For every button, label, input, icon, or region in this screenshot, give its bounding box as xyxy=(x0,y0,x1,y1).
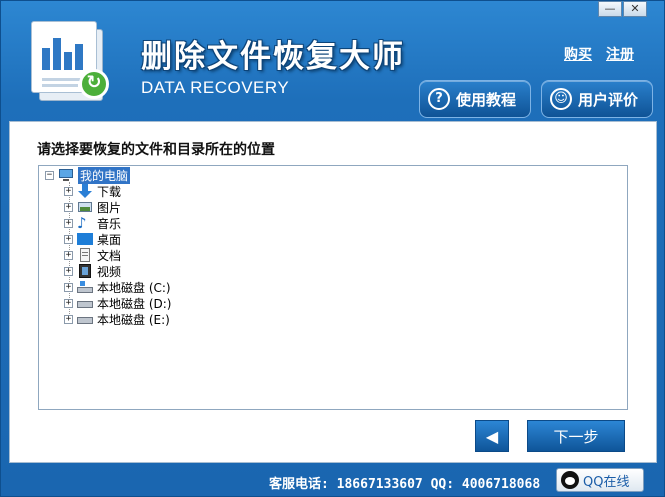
tree-item-music[interactable]: + ♪ 音乐 xyxy=(64,215,121,231)
recycle-icon: ↻ xyxy=(79,69,109,99)
app-logo-icon: ↻ xyxy=(29,19,113,103)
expand-icon[interactable]: + xyxy=(64,202,73,212)
drive-icon xyxy=(77,296,93,310)
drive-icon xyxy=(77,312,93,326)
tree-item-label: 图片 xyxy=(97,200,122,215)
collapse-icon[interactable]: − xyxy=(45,170,54,180)
document-icon xyxy=(77,248,93,262)
tree-item-documents[interactable]: + 文档 xyxy=(64,247,121,263)
register-link[interactable]: 注册 xyxy=(606,44,634,64)
tree-item-my-computer[interactable]: − 我的电脑 xyxy=(45,166,131,184)
close-button[interactable]: ✕ xyxy=(623,1,647,17)
tree-item-pictures[interactable]: + 图片 xyxy=(64,199,121,215)
review-button-label: 用户评价 xyxy=(578,90,639,109)
computer-icon xyxy=(58,168,74,182)
back-arrow-icon: ◀ xyxy=(485,426,499,446)
tree-item-label: 本地磁盘 (E:) xyxy=(97,312,170,327)
expand-icon[interactable]: + xyxy=(64,234,73,244)
location-prompt: 请选择要恢复的文件和目录所在的位置 xyxy=(37,142,275,158)
expand-icon[interactable]: + xyxy=(64,218,73,228)
header: ↻ 删除文件恢复大师 DATA RECOVERY — ✕ 购买 注册 ? 使用教… xyxy=(1,1,664,121)
next-step-label: 下一步 xyxy=(553,427,599,446)
minimize-button[interactable]: — xyxy=(598,1,622,17)
tree-item-label: 我的电脑 xyxy=(78,166,131,184)
music-note-icon: ♪ xyxy=(77,214,87,232)
minimize-icon: — xyxy=(604,2,616,15)
buy-link[interactable]: 购买 xyxy=(564,44,592,64)
expand-icon[interactable]: + xyxy=(64,314,73,324)
user-review-icon: ☺ xyxy=(550,88,572,110)
app-window: ↻ 删除文件恢复大师 DATA RECOVERY — ✕ 购买 注册 ? 使用教… xyxy=(0,0,665,497)
tree-item-drive-d[interactable]: + 本地磁盘 (D:) xyxy=(64,295,171,311)
download-arrow-icon xyxy=(77,184,93,198)
tree-item-videos[interactable]: + 视频 xyxy=(64,263,121,279)
tree-item-label: 本地磁盘 (C:) xyxy=(97,280,171,295)
app-subtitle: DATA RECOVERY xyxy=(141,78,290,97)
tree-item-label: 下载 xyxy=(97,184,122,199)
question-icon: ? xyxy=(428,88,450,110)
expand-icon[interactable]: + xyxy=(64,250,73,260)
expand-icon[interactable]: + xyxy=(64,282,73,292)
review-button[interactable]: ☺ 用户评价 xyxy=(541,80,653,118)
tree-item-label: 本地磁盘 (D:) xyxy=(97,296,172,311)
qq-penguin-icon xyxy=(561,471,579,489)
tree-item-drive-e[interactable]: + 本地磁盘 (E:) xyxy=(64,311,170,327)
picture-icon xyxy=(77,200,93,214)
content-panel: 请选择要恢复的文件和目录所在的位置 − 我的电脑 + 下载 + 图片 + ♪ 音… xyxy=(9,121,657,463)
next-step-button[interactable]: 下一步 xyxy=(527,420,625,452)
customer-service-info: 客服电话: 18667133607 QQ: 4006718068 xyxy=(269,477,541,492)
tree-item-downloads[interactable]: + 下载 xyxy=(64,183,121,199)
expand-icon[interactable]: + xyxy=(64,186,73,196)
desktop-icon xyxy=(77,232,93,246)
tree-item-label: 桌面 xyxy=(97,232,122,247)
qq-online-button[interactable]: QQ在线 xyxy=(556,468,644,492)
tutorial-button[interactable]: ? 使用教程 xyxy=(419,80,531,118)
tutorial-button-label: 使用教程 xyxy=(456,90,517,109)
expand-icon[interactable]: + xyxy=(64,298,73,308)
video-icon xyxy=(77,264,93,278)
folder-tree[interactable]: − 我的电脑 + 下载 + 图片 + ♪ 音乐 + 桌面 + 文档 + 视频 +… xyxy=(38,165,628,410)
tree-item-label: 音乐 xyxy=(97,216,122,231)
qq-online-label: QQ在线 xyxy=(583,474,630,490)
back-button[interactable]: ◀ xyxy=(475,420,509,452)
tree-item-label: 视频 xyxy=(97,264,122,279)
close-icon: ✕ xyxy=(630,2,640,15)
system-drive-icon xyxy=(77,280,93,294)
tree-item-desktop[interactable]: + 桌面 xyxy=(64,231,121,247)
app-title: 删除文件恢复大师 xyxy=(141,39,405,75)
expand-icon[interactable]: + xyxy=(64,266,73,276)
tree-item-drive-c[interactable]: + 本地磁盘 (C:) xyxy=(64,279,171,295)
tree-item-label: 文档 xyxy=(97,248,122,263)
